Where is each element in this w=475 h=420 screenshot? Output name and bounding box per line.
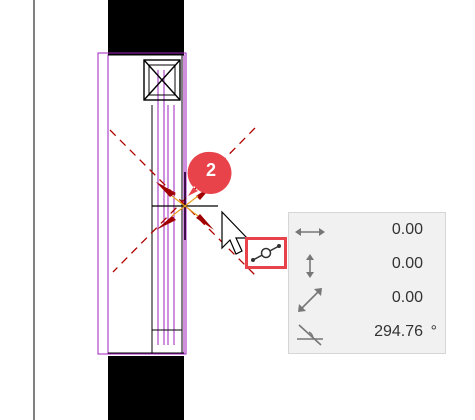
tracker-dx-value[interactable]: 0.00 (392, 221, 423, 239)
wall-top (108, 0, 184, 55)
tracker-dy-value[interactable]: 0.00 (392, 255, 423, 273)
vertical-arrow-icon (306, 254, 314, 278)
tracker-angle-unit: ° (430, 323, 437, 340)
tracker-row-dy[interactable]: 0.00 (289, 249, 447, 283)
drawing-canvas[interactable] (0, 0, 475, 420)
tracker-angle-value[interactable]: 294.76 (374, 323, 423, 341)
snap-indicator-highlight (245, 237, 287, 269)
endpoint-snap-icon (251, 244, 281, 262)
step-badge-number: 2 (205, 160, 216, 180)
tracker-row-distance[interactable]: 0.00 (289, 283, 447, 317)
tracker-row-angle[interactable]: 294.76 ° (289, 317, 447, 351)
component-x-symbol (143, 59, 181, 101)
diagonal-arrow-icon (298, 288, 322, 312)
horizontal-arrow-icon (295, 228, 325, 236)
mouse-pointer-icon (221, 210, 249, 255)
angle-icon (297, 324, 323, 346)
tracker-panel: 0.00 0.00 0.00 294.76 ° (288, 212, 446, 354)
window-element[interactable] (97, 52, 187, 355)
tracker-row-dx[interactable]: 0.00 (289, 215, 447, 249)
tracker-distance-value[interactable]: 0.00 (392, 289, 423, 307)
wall-bottom (108, 356, 184, 420)
